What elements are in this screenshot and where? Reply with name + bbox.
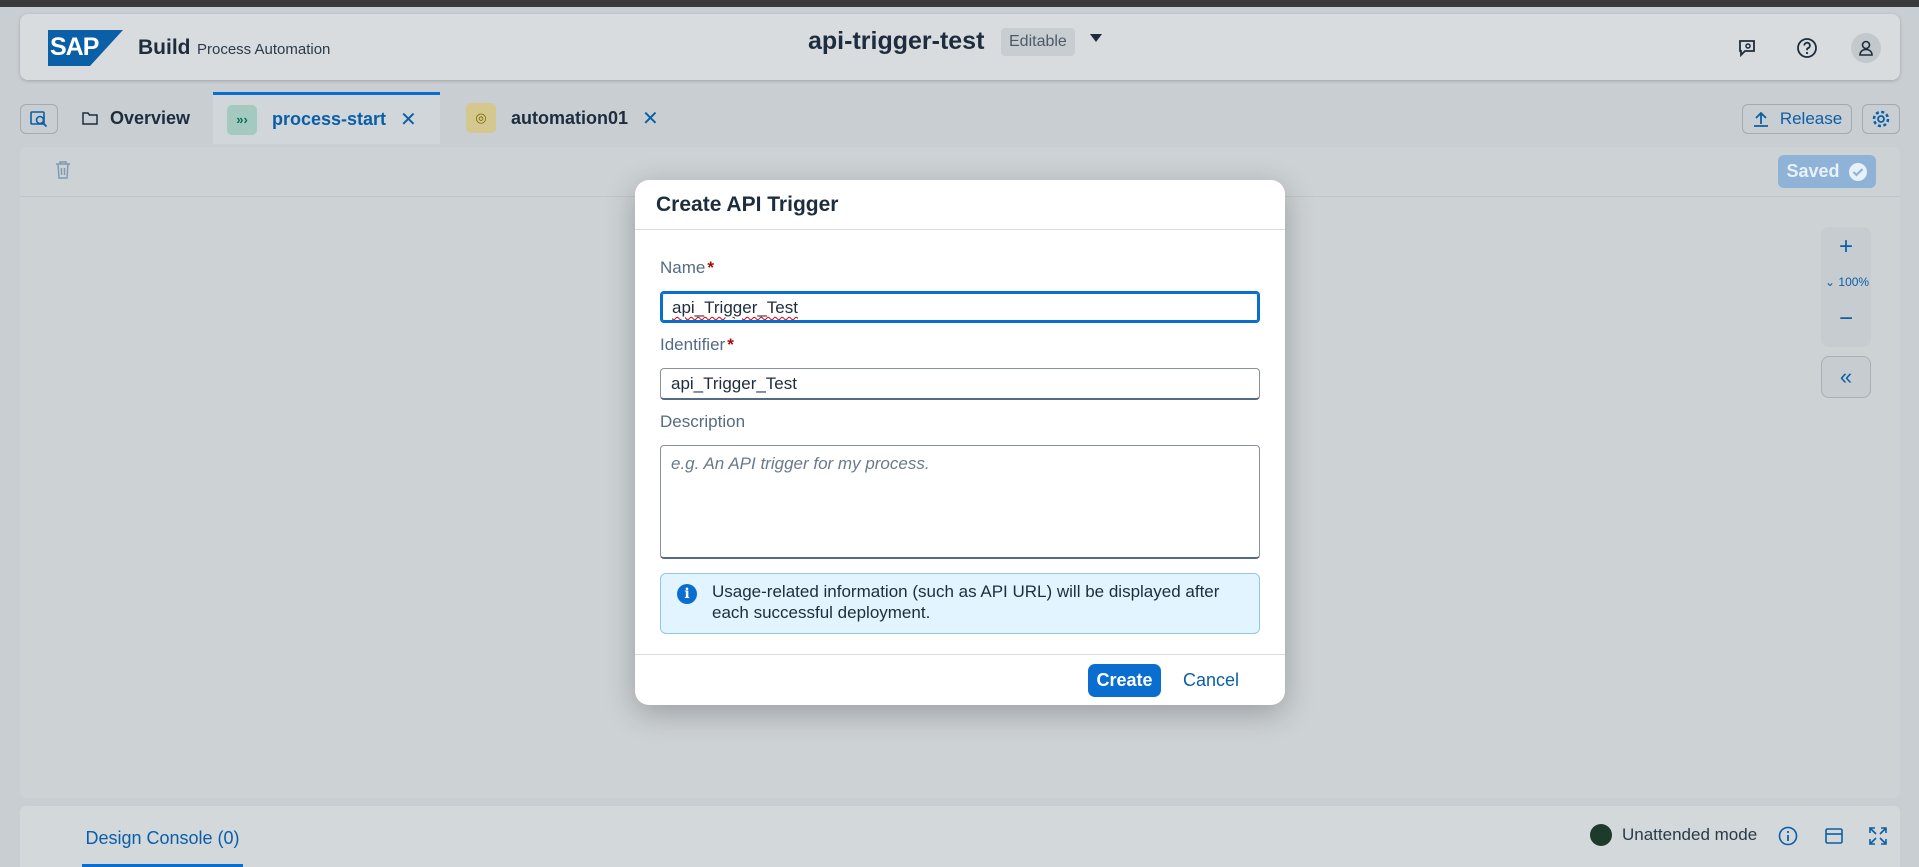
identifier-label: Identifier * (660, 335, 734, 355)
info-message-strip: i Usage-related information (such as API… (660, 573, 1260, 634)
identifier-label-text: Identifier (660, 335, 726, 354)
identifier-input[interactable]: api_Trigger_Test (660, 368, 1260, 400)
name-label: Name * (660, 258, 714, 278)
create-api-trigger-dialog: Create API Trigger Name * api_Trigger_Tes… (635, 180, 1285, 705)
name-input-value: api_Trigger_Test (672, 298, 798, 317)
description-label: Description (660, 412, 746, 431)
dialog-footer: Create Cancel (635, 654, 1285, 705)
name-input[interactable]: api_Trigger_Test (660, 291, 1260, 323)
create-button[interactable]: Create (1088, 664, 1161, 697)
dialog-title: Create API Trigger (635, 180, 1285, 230)
identifier-input-value: api_Trigger_Test (671, 374, 797, 393)
description-placeholder: e.g. An API trigger for my process. (671, 454, 930, 473)
info-icon: i (677, 584, 697, 604)
cancel-button[interactable]: Cancel (1175, 664, 1247, 697)
name-label-text: Name (660, 258, 706, 277)
description-textarea[interactable]: e.g. An API trigger for my process. (660, 445, 1260, 559)
info-message-text: Usage-related information (such as API U… (712, 582, 1220, 622)
required-mark: * (707, 258, 714, 277)
required-mark: * (727, 335, 734, 354)
